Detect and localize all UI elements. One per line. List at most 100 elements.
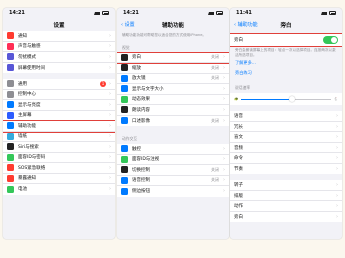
row-label: 触控	[132, 146, 141, 152]
row-value: 关闭	[211, 177, 219, 183]
list-item[interactable]: 显示与文字大小 ›	[117, 84, 229, 95]
chevron-right-icon: ›	[109, 53, 111, 60]
row-label: 辅助功能	[18, 123, 36, 129]
slider-knob[interactable]	[288, 96, 295, 103]
list-item[interactable]: 通用 1 ›	[3, 79, 115, 90]
chevron-right-icon: ›	[109, 32, 111, 39]
chevron-right-icon: ›	[336, 182, 338, 189]
row-label: 语音	[234, 114, 243, 120]
list-item[interactable]: 放大镜 关闭 ›	[117, 74, 229, 85]
physical-group: 触控 › 面容ID与注视 › 切换控制 关闭 › 语音控制 关闭 › 侧边按钮 ›	[117, 144, 229, 197]
status-icons	[94, 11, 109, 15]
list-item[interactable]: 命令 ›	[230, 153, 342, 164]
row-label: 动作	[234, 204, 243, 210]
chevron-right-icon: ›	[223, 156, 225, 163]
chevron-right-icon: ›	[223, 106, 225, 113]
chevron-right-icon: ›	[336, 203, 338, 210]
list-item[interactable]: 勿扰模式 ›	[3, 52, 115, 63]
battery-status-icon	[329, 11, 336, 15]
row-label: 声音与触感	[18, 44, 41, 50]
list-item[interactable]: 电池 ›	[3, 184, 115, 195]
list-item[interactable]: 转子 ›	[230, 180, 342, 191]
nav-bar: 设置	[3, 18, 115, 31]
list-item[interactable]: SOS紧急联络 ›	[3, 163, 115, 174]
brightness-icon	[7, 101, 14, 109]
status-icons	[321, 11, 336, 15]
accessibility-icon	[7, 122, 14, 130]
status-time: 14:21	[123, 10, 139, 16]
list-item[interactable]: 侧边按钮 ›	[117, 186, 229, 197]
row-label: 墙纸	[18, 134, 27, 140]
list-item[interactable]: 显示与亮度 ›	[3, 100, 115, 111]
fast-rabbit-icon: 🐇	[333, 97, 338, 102]
list-item[interactable]: 触控 ›	[117, 144, 229, 155]
nav-bar: ‹ 设置 辅助功能	[117, 18, 229, 31]
list-item[interactable]: 面容ID与密码 ›	[3, 153, 115, 163]
speech-icon	[121, 106, 128, 114]
row-label: 勿扰模式	[18, 54, 36, 60]
list-item[interactable]: 动态效果 ›	[117, 95, 229, 106]
battery-status-icon	[216, 11, 223, 15]
back-button[interactable]: ‹ 辅助功能	[234, 21, 258, 28]
list-item[interactable]: Siri与搜索 ›	[3, 142, 115, 153]
voiceover-options-group-1: 语音 › 冗长 › 盲文 › 音频 › 命令 › 节奏 ›	[230, 111, 342, 175]
row-label: 面容ID与密码	[18, 155, 46, 161]
list-item[interactable]: 声音与触感 ›	[3, 42, 115, 52]
list-item[interactable]: 辅助功能 ›	[3, 120, 115, 132]
list-item[interactable]: 音频 ›	[230, 143, 342, 154]
control-center-icon	[7, 90, 14, 98]
chevron-right-icon: ›	[336, 155, 338, 162]
list-item[interactable]: 控制中心 ›	[3, 90, 115, 100]
signal-icon	[208, 11, 214, 15]
learn-more-link[interactable]: 了解更多…	[230, 60, 342, 70]
chevron-right-icon: ›	[109, 122, 111, 129]
list-item[interactable]: 口述影像 关闭 ›	[117, 116, 229, 127]
signal-icon	[321, 11, 327, 15]
list-item[interactable]: 朗读内容 ›	[117, 105, 229, 116]
slider-fill	[241, 98, 291, 100]
list-item[interactable]: 排版 ›	[230, 191, 342, 202]
list-item[interactable]: 语音控制 关闭 ›	[117, 176, 229, 187]
row-label: 旁白	[234, 215, 243, 221]
list-item[interactable]: 切换控制 关闭 ›	[117, 165, 229, 176]
row-label: 放大镜	[132, 76, 146, 82]
list-item[interactable]: 动作 ›	[230, 201, 342, 212]
chevron-right-icon: ›	[223, 177, 225, 184]
list-item[interactable]: 通知 ›	[3, 31, 115, 42]
speaking-rate-slider[interactable]: 🐢 🐇	[230, 93, 342, 106]
magnifier-icon	[121, 74, 128, 82]
row-label: 节奏	[234, 167, 243, 173]
list-item[interactable]: 面容ID与注视 ›	[117, 155, 229, 166]
slider-track[interactable]	[241, 96, 331, 103]
side-button-icon	[121, 187, 128, 195]
face-id-icon	[7, 153, 14, 161]
list-item[interactable]: 暴露通知 ›	[3, 174, 115, 184]
voiceover-toggle[interactable]	[323, 36, 338, 44]
list-item[interactable]: 缩放 关闭 ›	[117, 63, 229, 74]
list-item[interactable]: 节奏 ›	[230, 164, 342, 175]
list-item[interactable]: 冗长 ›	[230, 122, 342, 133]
list-item[interactable]: 屏幕使用时间 ›	[3, 63, 115, 74]
chevron-right-icon: ›	[336, 192, 338, 199]
chevron-right-icon: ›	[223, 145, 225, 152]
list-item[interactable]: 主屏幕 ›	[3, 111, 115, 121]
list-item[interactable]: 墙纸 ›	[3, 132, 115, 142]
voiceover-practice-link[interactable]: 旁白练习	[230, 70, 342, 81]
list-item[interactable]: 语音 ›	[230, 111, 342, 122]
chevron-right-icon: ›	[109, 43, 111, 50]
chevron-right-icon: ›	[336, 214, 338, 221]
row-label: 排版	[234, 193, 243, 199]
list-item[interactable]: 旁白 关闭 ›	[117, 52, 229, 64]
row-label: 暴露通知	[18, 176, 36, 182]
row-label: 显示与亮度	[18, 102, 41, 108]
row-value: 关闭	[211, 75, 219, 81]
row-value: 关闭	[211, 64, 219, 70]
voiceover-icon	[121, 53, 128, 61]
row-label: 音频	[234, 145, 243, 151]
chevron-right-icon: ›	[109, 175, 111, 182]
battery-status-icon	[102, 11, 109, 15]
zoom-icon	[121, 64, 128, 72]
list-item[interactable]: 盲文 ›	[230, 132, 342, 143]
list-item[interactable]: 旁白 ›	[230, 212, 342, 223]
back-button[interactable]: ‹ 设置	[121, 21, 135, 28]
